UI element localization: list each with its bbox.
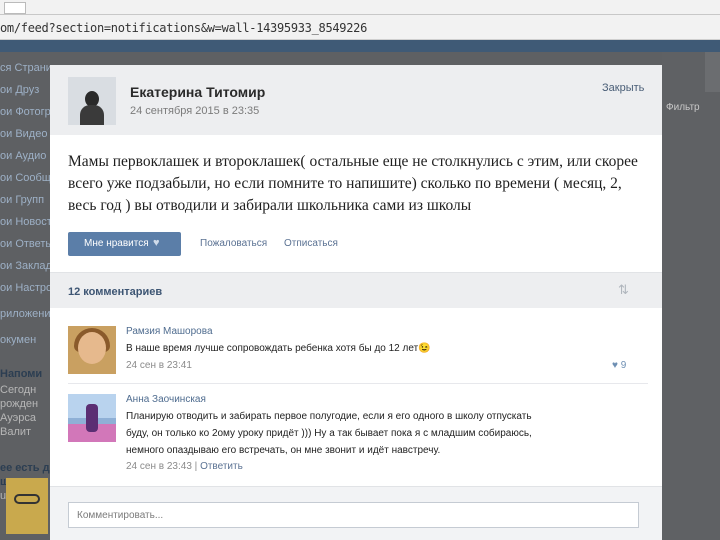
commenter-avatar[interactable]	[68, 326, 116, 374]
sidebar-item[interactable]: ои Групп	[0, 194, 44, 206]
comment-date[interactable]: 24 сен в 23:41	[126, 360, 192, 371]
heart-icon: ♥	[612, 360, 618, 371]
site-header-strip	[0, 40, 720, 52]
unsubscribe-link[interactable]: Отписаться	[284, 238, 338, 249]
heart-icon: ♥	[153, 237, 160, 249]
comment-text: В наше время лучше сопровождать ребенка …	[126, 343, 431, 354]
browser-address-bar[interactable]: om/feed?section=notifications&w=wall-143…	[0, 0, 720, 40]
comments-count: 12 комментариев	[68, 286, 163, 298]
avatar-body	[80, 105, 104, 125]
comment-footer	[50, 486, 662, 540]
post-text: Мамы первоклашек и второклашек( остальны…	[68, 153, 638, 214]
glasses-icon	[14, 494, 40, 504]
reply-link[interactable]: Ответить	[200, 461, 243, 472]
sort-arrows-icon[interactable]: ⇅	[618, 282, 629, 298]
commenter-avatar[interactable]	[68, 394, 116, 442]
sidebar-item[interactable]: ои Видео	[0, 128, 47, 140]
sidebar-item: Сегодн	[0, 384, 37, 396]
report-link[interactable]: Пожаловаться	[200, 238, 267, 249]
post-modal: Екатерина Титомир 24 сентября 2015 в 23:…	[50, 65, 662, 540]
scrollbar-thumb[interactable]	[705, 52, 720, 92]
commenter-name[interactable]: Рамзия Машорова	[126, 326, 213, 337]
sidebar-item[interactable]: ои Ответы	[0, 238, 53, 250]
comment-like-count: 9	[620, 360, 627, 371]
comment-likes[interactable]: ♥ 9	[612, 360, 626, 371]
sidebar-item[interactable]: ои Друз	[0, 84, 39, 96]
background-page-right	[662, 52, 720, 540]
comment-item: Анна Заочинская Планирую отводить и заби…	[50, 394, 662, 474]
background-sidebar: ся Страни ои Друз ои Фотогр ои Видео ои Ауди…	[0, 52, 56, 540]
sidebar-item: рожден	[0, 398, 39, 410]
sidebar-item: Ауэрса	[0, 412, 36, 424]
browser-tab-frame	[4, 2, 26, 14]
sidebar-item[interactable]: ои Аудио	[0, 150, 46, 162]
divider	[68, 383, 648, 384]
sidebar-item[interactable]: ои Фотогр	[0, 106, 51, 118]
sidebar-item: ее есть д	[0, 462, 50, 474]
sidebar-item[interactable]: ои Сообщ	[0, 172, 51, 184]
comment-meta: 24 сен в 23:43 | Ответить	[126, 461, 243, 472]
filter-link[interactable]: Фильтр	[666, 102, 700, 113]
sidebar-item[interactable]: ои Новост	[0, 216, 52, 228]
avatar-figure	[86, 404, 98, 432]
sidebar-item[interactable]: ои Заклад	[0, 260, 52, 272]
sidebar-item: Валит	[0, 426, 32, 438]
comment-item: Рамзия Машорова В наше время лучше сопро…	[50, 326, 662, 378]
author-name[interactable]: Екатерина Титомир	[130, 84, 265, 100]
commenter-name[interactable]: Анна Заочинская	[126, 394, 206, 405]
post-header: Екатерина Титомир 24 сентября 2015 в 23:…	[50, 65, 662, 135]
comment-date[interactable]: 24 сен в 23:43	[126, 461, 192, 472]
comment-input[interactable]	[68, 502, 639, 528]
comments-header: 12 комментариев ⇅	[50, 272, 662, 308]
post-date[interactable]: 24 сентября 2015 в 23:35	[130, 105, 259, 117]
sidebar-item[interactable]: окумен	[0, 334, 36, 346]
sidebar-item: Напоми	[0, 368, 43, 380]
sidebar-item[interactable]: ся Страни	[0, 62, 52, 74]
like-button[interactable]: Мне нравится ♥	[68, 232, 181, 256]
comment-text: Планирую отводить и забирать первое полу…	[126, 411, 532, 456]
divider	[0, 14, 720, 15]
author-avatar[interactable]	[68, 77, 116, 125]
promo-image	[6, 478, 48, 534]
avatar-face	[78, 332, 106, 364]
sidebar-item[interactable]: риложения	[0, 308, 56, 320]
sidebar-item[interactable]: ои Настро	[0, 282, 52, 294]
like-button-label: Мне нравится	[84, 238, 149, 249]
url-text[interactable]: om/feed?section=notifications&w=wall-143…	[0, 21, 367, 35]
close-button[interactable]: Закрыть	[602, 82, 644, 94]
